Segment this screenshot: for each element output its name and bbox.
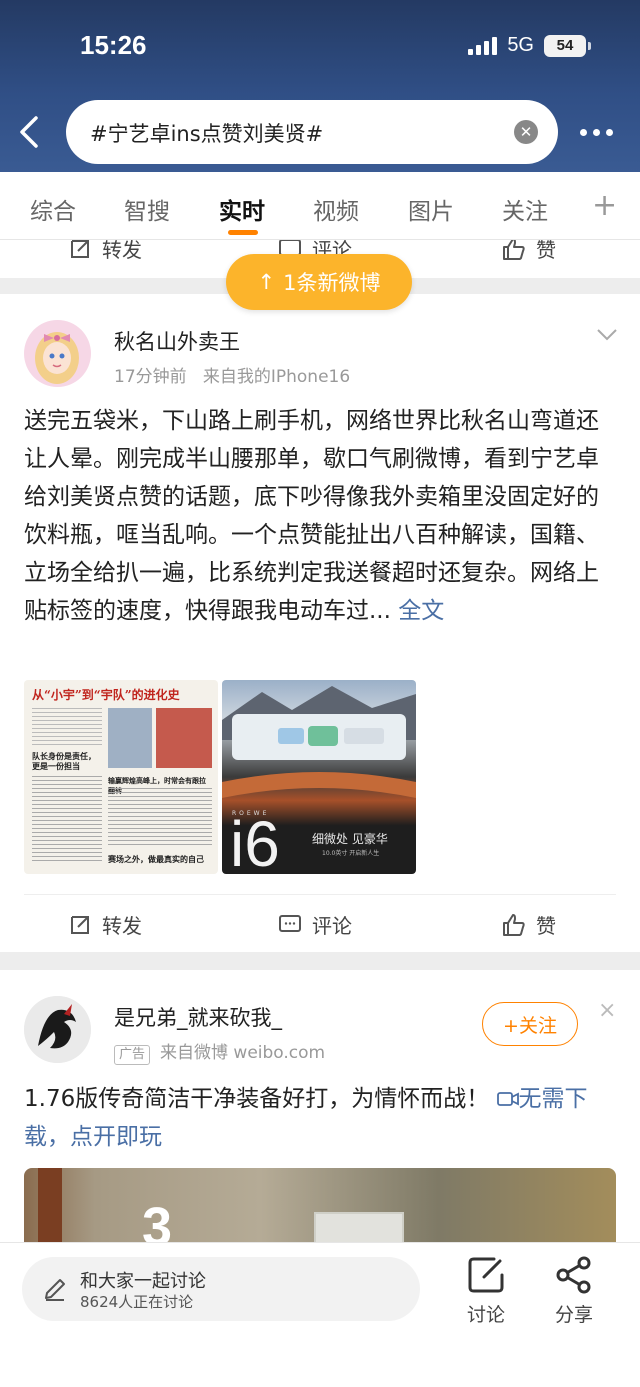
discussion-title: 和大家一起讨论 <box>80 1271 206 1292</box>
discuss-label: 讨论 <box>466 1304 505 1326</box>
ad-meta: 广告 来自微博 weibo.com <box>114 1038 325 1065</box>
chevron-left-icon <box>20 116 38 148</box>
car-model: i6 <box>230 808 280 874</box>
car-slogan: 细微处 见豪华 <box>312 832 388 846</box>
newspaper-subhead: 队长身份是责任，更是一份担当 <box>32 752 96 771</box>
chevron-down-icon[interactable] <box>596 328 618 342</box>
post-card: 秋名山外卖王 17分钟前 来自我的IPhone16 送完五袋米，下山路上刷手机，… <box>0 294 640 952</box>
status-time: 15:26 <box>80 30 147 60</box>
newspaper-headline: 从“小宇”到“宇队”的进化史 <box>32 688 180 702</box>
bottom-bar: 和大家一起讨论 8624人正在讨论 讨论 分享 <box>0 1242 640 1387</box>
discuss-button[interactable]: 讨论 <box>456 1255 516 1327</box>
share-icon <box>556 1256 591 1294</box>
comment-label: 评论 <box>312 914 352 938</box>
repost-label: 转发 <box>102 240 142 262</box>
post-time: 17分钟前 <box>114 367 187 387</box>
ad-username[interactable]: 是兄弟_就来砍我_ <box>114 1002 282 1032</box>
discussion-input[interactable]: 和大家一起讨论 8624人正在讨论 <box>22 1257 420 1321</box>
thumbs-up-icon <box>503 913 525 936</box>
tab-images[interactable]: 图片 <box>408 192 454 226</box>
add-tab-icon[interactable]: + <box>592 188 617 223</box>
tab-realtime[interactable]: 实时 <box>219 192 265 226</box>
tab-video[interactable]: 视频 <box>313 192 359 226</box>
repost-button[interactable]: 转发 <box>68 240 142 263</box>
video-icon <box>496 1092 519 1106</box>
countdown-number: 3 <box>142 1197 173 1242</box>
search-input[interactable]: #宁艺卓ins点赞刘美贤# ✕ <box>66 100 558 164</box>
more-options-icon[interactable] <box>580 120 622 144</box>
repost-icon <box>71 915 89 934</box>
like-label: 赞 <box>536 914 556 938</box>
divider <box>24 894 616 895</box>
compose-icon <box>468 1257 504 1293</box>
status-indicators: 5G 54 <box>468 34 591 57</box>
pencil-icon <box>45 1279 65 1301</box>
tab-smart-search[interactable]: 智搜 <box>124 192 170 226</box>
header: 15:26 5G 54 #宁艺卓ins点赞刘美贤# ✕ <box>0 0 640 172</box>
ad-source: 来自微博 weibo.com <box>160 1043 326 1063</box>
follow-button[interactable]: +关注 <box>482 1002 578 1046</box>
battery-icon: 54 <box>544 34 591 57</box>
search-query: #宁艺卓ins点赞刘美贤# <box>90 122 324 146</box>
ad-body: 1.76版传奇简洁干净装备好打，为情怀而战！ 无需下载，点开即玩 <box>24 1080 618 1156</box>
comment-button[interactable]: 评论 <box>278 910 352 939</box>
newspaper-subhead: 赛场之外，做最真实的自己 <box>108 855 204 864</box>
post-image-car-ad[interactable]: ROEWE i6 细微处 见豪华 10.0英寸 开启新人生 <box>222 680 416 874</box>
post-username[interactable]: 秋名山外卖王 <box>114 326 240 356</box>
discussion-count: 8624人正在讨论 <box>80 1293 194 1311</box>
post-meta: 17分钟前 来自我的IPhone16 <box>114 362 350 387</box>
avatar-image <box>24 320 91 387</box>
ad-post-card: 是兄弟_就来砍我_ 广告 来自微博 weibo.com +关注 × 1.76版传奇… <box>0 970 640 1242</box>
ad-video-thumbnail[interactable]: 3 <box>24 1168 616 1242</box>
newspaper-photo <box>156 708 212 768</box>
newspaper-photo <box>108 708 152 768</box>
post-body: 送完五袋米，下山路上刷手机，网络世界比秋名山弯道还让人晕。刚完成半山腰那单，歇口… <box>24 402 618 630</box>
repost-label: 转发 <box>102 914 142 938</box>
like-button[interactable]: 赞 <box>502 240 556 263</box>
like-button[interactable]: 赞 <box>502 910 556 939</box>
ad-text: 1.76版传奇简洁干净装备好打，为情怀而战！ <box>24 1086 490 1112</box>
share-label: 分享 <box>554 1304 593 1326</box>
car-tagline: 10.0英寸 开启新人生 <box>322 850 380 857</box>
repost-icon <box>71 240 89 258</box>
avatar[interactable] <box>24 996 91 1063</box>
card-divider <box>0 952 640 970</box>
ad-badge: 广告 <box>114 1045 151 1065</box>
thumbs-up-icon <box>503 240 525 260</box>
like-label: 赞 <box>536 240 556 262</box>
post-image-newspaper[interactable]: 从“小宇”到“宇队”的进化史 队长身份是责任，更是一份担当 输赢辉煌高峰上，时常… <box>24 680 218 874</box>
network-type: 5G <box>507 34 534 56</box>
close-icon[interactable]: × <box>598 998 616 1023</box>
comment-icon <box>279 914 301 932</box>
back-button[interactable] <box>16 112 42 152</box>
clear-icon[interactable]: ✕ <box>514 120 538 144</box>
signal-icon <box>468 36 498 55</box>
tab-comprehensive[interactable]: 综合 <box>30 192 76 226</box>
avatar[interactable] <box>24 320 91 387</box>
new-posts-label: 1条新微博 <box>283 271 381 295</box>
active-tab-indicator <box>228 230 258 235</box>
new-posts-button[interactable]: ↑ 1条新微博 <box>226 254 412 310</box>
tab-bar: 综合 智搜 实时 视频 图片 关注 + <box>0 172 640 240</box>
share-button[interactable]: 分享 <box>544 1255 604 1327</box>
repost-button[interactable]: 转发 <box>68 910 142 939</box>
full-text-link[interactable]: 全文 <box>398 598 444 624</box>
arrow-up-icon: ↑ <box>257 270 276 294</box>
post-text: 送完五袋米，下山路上刷手机，网络世界比秋名山弯道还让人晕。刚完成半山腰那单，歇口… <box>24 408 599 624</box>
tab-following[interactable]: 关注 <box>502 192 548 226</box>
dragon-logo-avatar <box>24 996 91 1063</box>
post-source: 来自我的IPhone16 <box>202 367 351 387</box>
